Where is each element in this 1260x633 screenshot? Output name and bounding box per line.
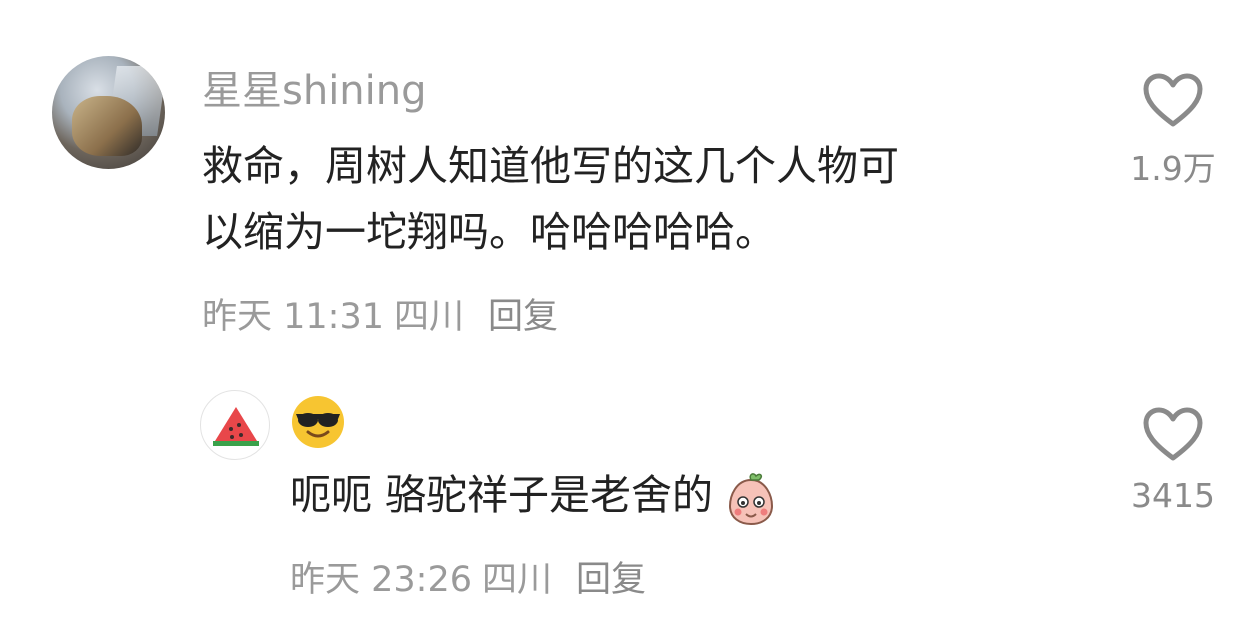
watermelon-icon — [213, 407, 259, 446]
like-count: 1.9万 — [1130, 149, 1216, 188]
peach-emoji-icon — [729, 473, 774, 526]
reply-button[interactable]: 回复 — [488, 297, 558, 337]
comment-text: 呃呃 骆驼祥子是老舍的 — [290, 462, 776, 528]
like-button[interactable]: 3415 — [1118, 406, 1228, 515]
comment-time: 昨天 23:26 — [290, 560, 472, 600]
comment-location: 四川 — [394, 297, 465, 337]
heart-icon — [1143, 73, 1203, 127]
comment-text-line-1: 救命，周树人知道他写的这几个人物可 — [202, 142, 899, 190]
like-count: 3415 — [1131, 476, 1215, 515]
comment-location: 四川 — [482, 560, 553, 600]
sunglasses-emoji-icon — [292, 396, 344, 448]
reply-button[interactable]: 回复 — [576, 560, 646, 600]
comment-meta: 昨天 23:26 四川 回复 — [290, 551, 656, 602]
comment-text-line-2: 以缩为一坨翔吗。哈哈哈哈哈。 — [202, 208, 776, 256]
avatar[interactable] — [200, 390, 270, 460]
comment-username[interactable]: 星星shining — [202, 58, 427, 116]
avatar-photo-subject — [72, 96, 142, 156]
like-button[interactable]: 1.9万 — [1118, 72, 1228, 190]
heart-icon — [1143, 407, 1203, 461]
avatar[interactable] — [52, 56, 165, 169]
comment-meta: 昨天 11:31 四川 回复 — [202, 288, 568, 339]
comment-time: 昨天 11:31 — [202, 297, 384, 337]
comment-text-content: 呃呃 骆驼祥子是老舍的 — [290, 471, 714, 519]
username-emoji[interactable] — [290, 394, 346, 454]
